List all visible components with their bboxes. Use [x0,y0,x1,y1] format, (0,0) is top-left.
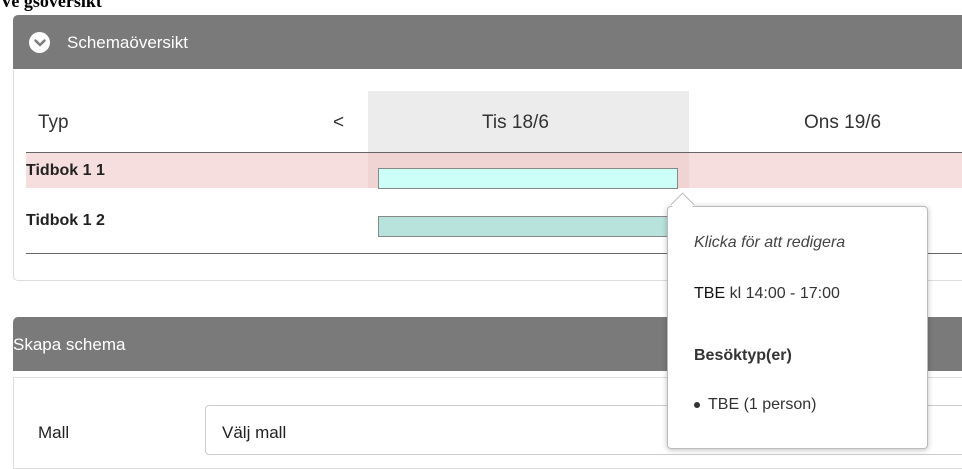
slot-tooltip: Klicka för att redigera TBE kl 14:00 - 1… [667,206,928,449]
column-header-day-1: Tis 18/6 [482,112,549,133]
schedule-slot[interactable] [378,216,678,237]
tooltip-type-label: TBE (1 person) [708,396,817,413]
prev-week-button[interactable]: < [333,112,344,134]
tooltip-time-range: kl 14:00 - 17:00 [725,285,840,302]
overview-title: Schemaöversikt [67,33,188,52]
tooltip-hint: Klicka för att redigera [694,234,846,251]
template-label: Mall [38,423,70,442]
column-header-day-2: Ons 19/6 [804,112,882,133]
tooltip-code: TBE [694,285,726,302]
tooltip-types-heading: Besöktyp(er) [694,347,792,364]
create-title: Skapa schema [13,335,126,354]
schedule-slot[interactable] [378,168,678,189]
chevron-down-icon[interactable] [29,32,50,53]
bullet-icon [694,401,700,408]
template-select-value: Välj mall [222,423,287,442]
overview-panel-header[interactable]: Schemaöversikt [13,15,962,69]
page-heading-cut: Ve gsöversikt [0,0,102,11]
row-label: Tidbok 1 2 [26,212,105,229]
tooltip-type-item: TBE (1 person) [694,396,816,414]
column-header-type: Typ [38,112,69,133]
tooltip-time: TBE kl 14:00 - 17:00 [694,285,840,303]
row-label: Tidbok 1 1 [26,162,105,179]
